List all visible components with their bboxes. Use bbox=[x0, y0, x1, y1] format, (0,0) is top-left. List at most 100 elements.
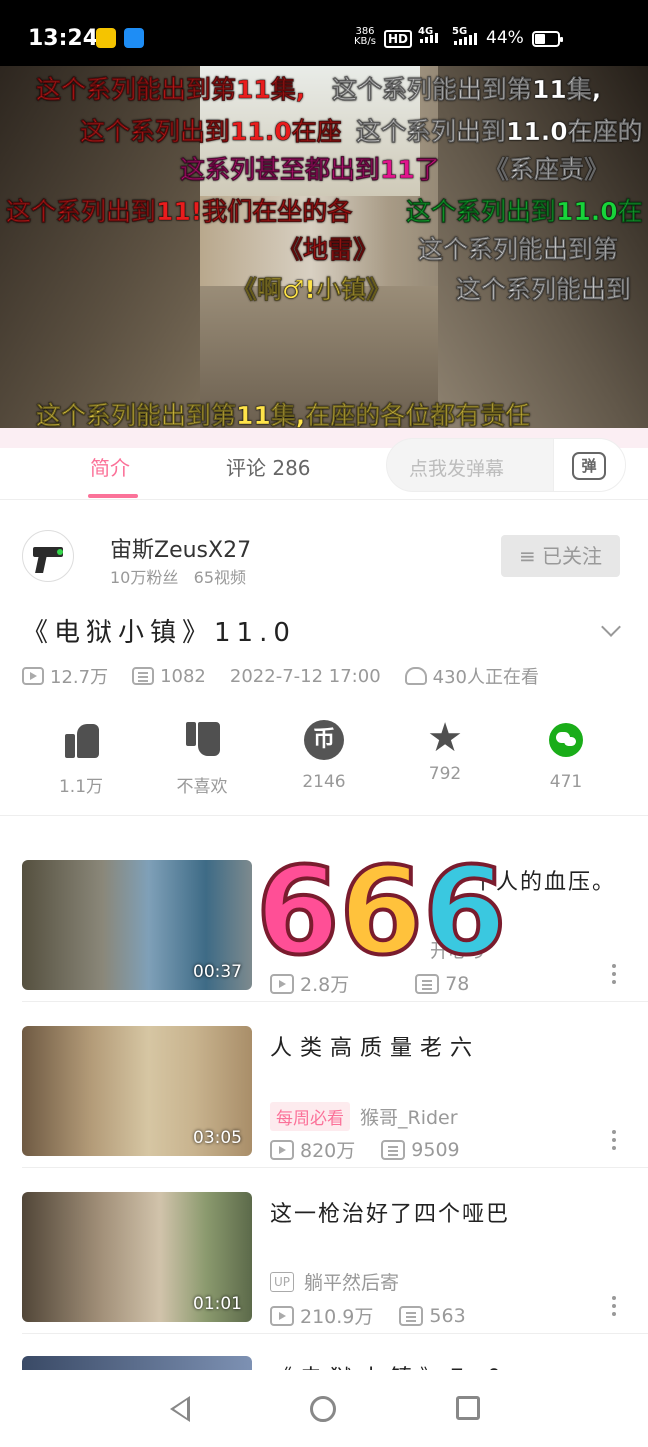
uploader-fans: 10万粉丝 bbox=[110, 568, 179, 587]
danmaku-comment: 这个系列能出到第 bbox=[418, 235, 619, 265]
avatar-gun-light bbox=[57, 549, 63, 555]
danmaku-comment: 这个系列出到11.0在 bbox=[406, 197, 643, 227]
sticker-digit: 6 bbox=[421, 841, 508, 984]
like-button[interactable]: 1.1万 bbox=[31, 716, 131, 797]
video-item-title: 《电狱小镇》7.0 bbox=[270, 1360, 509, 1370]
danmaku-stat: 563 bbox=[399, 1302, 466, 1329]
video-duration: 03:05 bbox=[193, 1128, 242, 1148]
more-options-icon[interactable] bbox=[612, 964, 616, 984]
battery-icon bbox=[532, 31, 563, 47]
divider bbox=[22, 1333, 648, 1334]
tab-intro[interactable]: 简介 bbox=[90, 452, 130, 481]
video-item-uploader: UP 躺平然后寄 bbox=[270, 1268, 399, 1295]
status-time: 13:24 bbox=[28, 26, 99, 51]
network-speed: 386 KB/s bbox=[354, 26, 376, 47]
video-title-row[interactable]: 《电狱小镇》11.0 bbox=[22, 612, 626, 652]
more-options-icon[interactable] bbox=[612, 1130, 616, 1150]
system-nav-bar bbox=[0, 1370, 648, 1447]
danmaku-stat: 1082 bbox=[132, 666, 206, 687]
people-icon bbox=[404, 667, 427, 685]
share-button[interactable]: 471 bbox=[516, 716, 616, 792]
avatar-gun-grip bbox=[35, 555, 47, 573]
danmaku-toggle-button[interactable]: 弹 bbox=[553, 439, 625, 491]
danmaku-comment: 《系座责》 bbox=[484, 155, 610, 185]
video-item-stats: 820万 9509 bbox=[270, 1136, 460, 1163]
uploader-video-count: 65视频 bbox=[193, 568, 247, 587]
recent-apps-icon[interactable] bbox=[456, 1396, 480, 1420]
divider bbox=[22, 1167, 648, 1168]
coin-icon: 币 bbox=[304, 720, 344, 760]
weekly-must-watch-badge: 每周必看 bbox=[270, 1102, 350, 1131]
danmaku-comment: 这个系列能出到第11集, bbox=[36, 75, 306, 105]
danmaku-input[interactable]: 点我发弹幕 弹 bbox=[386, 438, 626, 492]
hd-voice-icon: HD bbox=[384, 30, 413, 48]
video-duration: 01:01 bbox=[193, 1294, 242, 1314]
video-player[interactable]: 这个系列能出到第11集, 这个系列能出到第11集, 这个系列出到11.0在座 这… bbox=[0, 66, 648, 428]
coin-count: 2146 bbox=[302, 772, 346, 792]
publish-date: 2022-7-12 17:00 bbox=[229, 665, 381, 687]
star-icon: ★ bbox=[427, 715, 463, 761]
like-count: 1.1万 bbox=[58, 777, 104, 797]
play-count-icon bbox=[270, 1305, 294, 1326]
danmaku-count: 563 bbox=[429, 1304, 466, 1327]
coin-button[interactable]: 币 2146 bbox=[274, 716, 374, 792]
avatar[interactable] bbox=[22, 530, 74, 582]
666-sticker: 6 6 6 bbox=[254, 838, 508, 988]
favorite-count: 792 bbox=[428, 764, 462, 784]
watching-stat: 430人正在看 bbox=[404, 663, 539, 689]
danmaku-count: 9509 bbox=[411, 1138, 460, 1161]
danmaku-comment: 这个系列能出到第11集, bbox=[332, 75, 602, 105]
uploader-name: 猴哥_Rider bbox=[360, 1107, 458, 1129]
dislike-label: 不喜欢 bbox=[176, 777, 228, 797]
favorite-button[interactable]: ★ 792 bbox=[395, 716, 495, 784]
views-stat: 210.9万 bbox=[270, 1302, 373, 1329]
sticker-digit: 6 bbox=[338, 841, 425, 984]
list-item[interactable]: 03:05 人类高质量老六 每周必看 猴哥_Rider 820万 9509 bbox=[0, 1008, 648, 1168]
video-meta: 12.7万 1082 2022-7-12 17:00 430人正在看 bbox=[22, 662, 642, 690]
sticker-digit: 6 bbox=[254, 841, 341, 984]
app-notification-icon bbox=[96, 28, 116, 48]
danmaku-icon: 弹 bbox=[572, 452, 606, 480]
uploader-name: 躺平然后寄 bbox=[304, 1272, 400, 1294]
danmaku-count-icon bbox=[132, 667, 155, 685]
thumb-down-icon bbox=[182, 720, 222, 760]
video-thumbnail[interactable] bbox=[22, 1356, 252, 1370]
danmaku-comment: 这个系列出到11.0在座 bbox=[80, 117, 342, 147]
danmaku-comment: 这系列甚至都出到11了 bbox=[180, 155, 440, 185]
dislike-button[interactable]: 不喜欢 bbox=[152, 716, 252, 797]
home-icon[interactable] bbox=[310, 1396, 336, 1422]
tab-bar: 简介 评论 286 点我发弹幕 弹 bbox=[0, 428, 648, 500]
thumb-up-icon bbox=[61, 720, 101, 760]
tab-comments[interactable]: 评论 286 bbox=[226, 452, 311, 481]
video-title: 《电狱小镇》11.0 bbox=[22, 618, 296, 648]
tab-active-indicator bbox=[88, 494, 138, 498]
danmaku-comment: 《啊♂!小镇》 bbox=[232, 275, 391, 305]
up-badge: UP bbox=[270, 1271, 295, 1292]
list-item[interactable]: 《电狱小镇》7.0 bbox=[0, 1340, 648, 1370]
danmaku-stat: 9509 bbox=[381, 1136, 460, 1163]
follow-button[interactable]: ≡ 已关注 bbox=[501, 535, 620, 577]
video-thumbnail[interactable]: 03:05 bbox=[22, 1026, 252, 1156]
danmaku-comment: 这个系列能出到 bbox=[456, 275, 632, 305]
signal-4g-icon bbox=[420, 33, 438, 43]
views-count: 210.9万 bbox=[300, 1306, 374, 1328]
danmaku-comment: 这个系列出到11!我们在坐的各 bbox=[6, 197, 353, 227]
share-count: 471 bbox=[549, 772, 583, 792]
divider bbox=[22, 1001, 648, 1002]
video-thumbnail[interactable]: 01:01 bbox=[22, 1192, 252, 1322]
uploader-row: 宙斯ZeusX27 10万粉丝 65视频 ≡ 已关注 bbox=[0, 520, 648, 600]
video-thumbnail[interactable]: 00:37 bbox=[22, 860, 252, 990]
danmaku-input-placeholder: 点我发弹幕 bbox=[409, 458, 505, 480]
list-item[interactable]: 01:01 这一枪治好了四个哑巴 UP 躺平然后寄 210.9万 563 bbox=[0, 1174, 648, 1334]
back-icon[interactable] bbox=[170, 1396, 190, 1422]
danmaku-count-icon bbox=[399, 1305, 424, 1326]
video-item-stats: 210.9万 563 bbox=[270, 1302, 466, 1329]
watching-count: 430人正在看 bbox=[432, 667, 539, 688]
video-duration: 00:37 bbox=[193, 962, 242, 982]
uploader-name[interactable]: 宙斯ZeusX27 bbox=[110, 532, 251, 564]
uploader-stats: 10万粉丝 65视频 bbox=[110, 564, 246, 588]
action-bar: 1.1万 不喜欢 币 2146 ★ 792 471 bbox=[0, 716, 648, 816]
more-options-icon[interactable] bbox=[612, 1296, 616, 1316]
video-item-title: 这一枪治好了四个哑巴 bbox=[270, 1202, 511, 1227]
signal-5g-icon bbox=[454, 33, 477, 45]
